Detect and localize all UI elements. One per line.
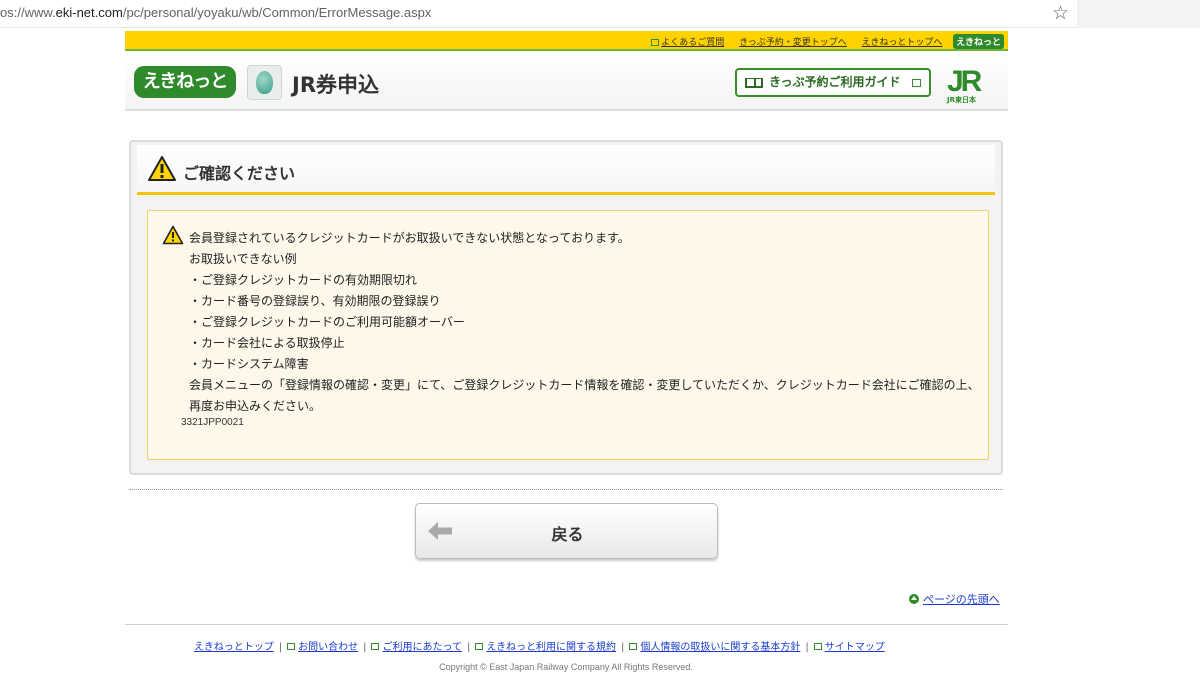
footer-links: えきねっとトップ | お問い合わせ | ご利用にあたって | えきねっと利用に関する規約 | 個…	[194, 642, 885, 653]
message-line: ・ご登録クレジットカードのご利用可能額オーバー	[189, 315, 465, 329]
page-top-link[interactable]: ページの先頭へ	[909, 591, 1000, 607]
warning-icon	[162, 225, 184, 245]
message-line: 会員メニューの「登録情報の確認・変更」にて、ご登録クレジットカード情報を確認・変…	[189, 378, 980, 392]
usage-guide-button[interactable]: きっぷ予約ご利用ガイド	[735, 68, 931, 97]
up-arrow-icon	[909, 594, 919, 604]
footer-link-rules[interactable]: えきねっと利用に関する規約	[486, 642, 616, 653]
browser-address-bar: os://www.eki-net.com/pc/personal/yoyaku/…	[0, 0, 1200, 28]
url-host: eki-net.com	[55, 5, 123, 20]
page-title: JR券申込	[292, 73, 379, 97]
book-icon	[745, 78, 763, 88]
browser-side-area	[1077, 0, 1200, 28]
message-line: 会員登録されているクレジットカードがお取扱いできない状態となっております。	[189, 231, 630, 245]
warning-icon	[148, 156, 176, 181]
mini-ekinet-logo: えきねっと	[953, 34, 1004, 49]
message-line: ・カード番号の登録誤り、有効期限の登録誤り	[189, 294, 441, 308]
panel-title: ご確認ください	[183, 164, 296, 183]
external-window-icon	[651, 39, 660, 46]
error-message-text: 会員登録されているクレジットカードがお取扱いできない状態となっております。 お取…	[189, 228, 980, 417]
ekinet-logo[interactable]: えきねっと	[134, 66, 236, 98]
back-button[interactable]: 戻る	[415, 503, 718, 559]
footer-link-top[interactable]: えきねっとトップ	[194, 642, 274, 653]
jr-logo-sub: JR東日本	[947, 96, 976, 104]
message-line: ・カードシステム障害	[189, 357, 309, 371]
footer-link-privacy[interactable]: 個人情報の取扱いに関する基本方針	[640, 642, 800, 653]
ticket-top-link[interactable]: きっぷ予約・変更トップへ	[739, 38, 847, 48]
mascot-icon	[247, 65, 282, 100]
external-window-icon	[813, 643, 822, 650]
footer-divider	[125, 624, 1008, 625]
divider	[129, 489, 1003, 490]
top-strip: よくあるご質問 きっぷ予約・変更トップへ えきねっとトップへ えきねっと	[125, 31, 1008, 51]
url-prefix: os://www.	[0, 5, 56, 20]
url-field[interactable]: os://www.eki-net.com/pc/personal/yoyaku/…	[0, 5, 431, 20]
jr-logo-text: JR	[947, 65, 982, 98]
faq-link[interactable]: よくあるご質問	[651, 38, 724, 48]
message-line: ・カード会社による取扱停止	[189, 336, 345, 350]
message-line: 再度お申込みください。	[189, 399, 322, 413]
ekinet-top-link[interactable]: えきねっとトップへ	[862, 38, 943, 48]
message-line: ・ご登録クレジットカードの有効期限切れ	[189, 273, 418, 287]
error-code: 3321JPP0021	[181, 417, 244, 428]
external-window-icon	[475, 643, 484, 650]
back-button-label: 戻る	[551, 525, 584, 544]
panel-header: ご確認ください	[137, 145, 995, 195]
top-links: よくあるご質問 きっぷ予約・変更トップへ えきねっとトップへ えきねっと	[639, 34, 1004, 49]
error-panel: ご確認ください 会員登録されているクレジットカードがお取扱いできない状態となって…	[129, 140, 1003, 475]
url-path: /pc/personal/yoyaku/wb/Common/ErrorMessa…	[122, 5, 432, 20]
usage-guide-label: きっぷ予約ご利用ガイド	[769, 75, 901, 89]
jr-east-logo: JR JR東日本	[947, 67, 997, 105]
message-line: お取扱いできない例	[189, 252, 297, 266]
error-message-box: 会員登録されているクレジットカードがお取扱いできない状態となっております。 お取…	[147, 210, 989, 460]
footer-link-sitemap[interactable]: サイトマップ	[825, 642, 885, 653]
external-window-icon	[287, 643, 296, 650]
external-window-icon	[629, 643, 638, 650]
external-window-icon	[912, 79, 921, 87]
footer-link-terms-of-use[interactable]: ご利用にあたって	[382, 642, 462, 653]
bookmark-star-icon[interactable]: ☆	[1052, 2, 1069, 24]
external-window-icon	[371, 643, 380, 650]
footer-link-contact[interactable]: お問い合わせ	[298, 642, 358, 653]
copyright: Copyright © East Japan Railway Company A…	[439, 662, 693, 672]
site-header: えきねっと JR券申込 きっぷ予約ご利用ガイド JR JR東日本	[125, 53, 1008, 111]
